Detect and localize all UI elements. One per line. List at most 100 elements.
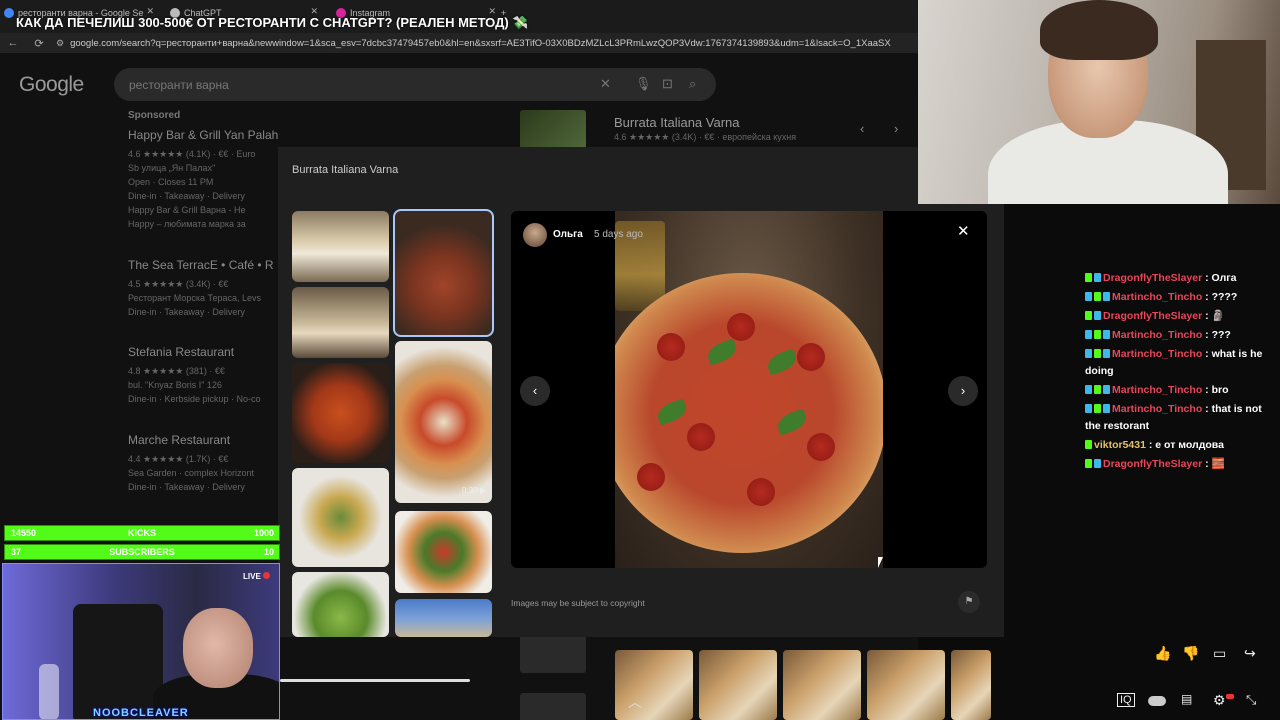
image-thumbnail[interactable] xyxy=(615,650,693,720)
search-input[interactable]: ресторанти варна xyxy=(129,78,229,92)
copyright-notice: Images may be subject to copyright xyxy=(511,598,645,608)
result-rating: 4.5 ★★★★★ (3.4K) · €€ xyxy=(128,279,229,289)
chevron-right-icon[interactable]: › xyxy=(894,121,898,136)
result-item[interactable]: Marche Restaurant 4.4 ★★★★★ (1.7K) · €€ … xyxy=(128,433,288,494)
address-bar: ← ⟳ ⚙ google.com/search?q=ресторанти+вар… xyxy=(0,33,918,53)
video-duration-badge: 0:30 ▶ xyxy=(462,486,486,495)
next-image-button[interactable]: › xyxy=(948,376,978,406)
result-item[interactable]: Happy Bar & Grill Yan Palah 4.6 ★★★★★ (4… xyxy=(128,128,288,231)
gallery-thumbnail[interactable] xyxy=(292,468,389,567)
chevron-left-icon[interactable]: ‹ xyxy=(860,121,864,136)
settings-icon[interactable]: ⚙ xyxy=(1213,692,1226,709)
google-logo[interactable]: Google xyxy=(19,73,84,97)
pizza-photo xyxy=(615,211,883,568)
live-indicator: LIVE xyxy=(243,572,270,581)
result-line: Dine-in · Takeaway · Delivery xyxy=(128,307,245,317)
scrollbar[interactable] xyxy=(280,679,470,682)
chevron-up-icon[interactable]: ︿ xyxy=(628,692,642,712)
dislike-icon[interactable]: 👎 xyxy=(1182,645,1199,662)
streamer-hair-image xyxy=(1040,0,1158,60)
result-item[interactable]: The Sea TerracE • Café • R 4.5 ★★★★★ (3.… xyxy=(128,258,288,319)
subs-label: SUBSCRIBERS xyxy=(109,547,175,557)
result-line: Open · Closes 11 PM xyxy=(128,177,214,187)
result-rating: 4.4 ★★★★★ (1.7K) · €€ xyxy=(128,454,229,464)
image-viewer: Ольга 5 days ago ✕ ‹ › xyxy=(511,211,987,568)
gallery-thumbnail-selected[interactable] xyxy=(393,209,494,337)
result-line: bul. "Knyaz Boris I" 126 xyxy=(128,380,222,390)
search-icon[interactable]: ⌕ xyxy=(689,76,696,92)
chat-username[interactable]: Martincho_Tincho xyxy=(1112,291,1202,303)
gallery-thumbnail[interactable] xyxy=(292,211,389,282)
result-name[interactable]: The Sea TerracE • Café • R xyxy=(128,258,288,272)
chat-message: Martincho_Tincho : ??? xyxy=(1085,327,1275,344)
result-line: Dine-in · Kerbside pickup · No-co xyxy=(128,394,261,404)
result-item[interactable]: Stefania Restaurant 4.8 ★★★★★ (381) · €€… xyxy=(128,345,288,406)
url-field[interactable]: ⚙ google.com/search?q=ресторанти+варна&n… xyxy=(56,36,918,51)
like-icon[interactable]: 👍 xyxy=(1154,645,1171,662)
lens-icon[interactable]: ⊡ xyxy=(662,76,673,92)
result-thumbnail[interactable] xyxy=(520,110,586,150)
gallery-thumbnail[interactable] xyxy=(292,363,389,463)
kicks-label: KICKS xyxy=(127,528,156,538)
chat-username[interactable]: DragonflyTheSlayer xyxy=(1103,458,1202,470)
search-box[interactable]: ресторанти варна ✕ 🎙 ⊡ ⌕ xyxy=(114,68,716,101)
gallery-thumbnail[interactable] xyxy=(292,287,389,358)
image-thumbnail[interactable] xyxy=(867,650,945,720)
reload-icon[interactable]: ⟳ xyxy=(32,37,46,50)
result-line: Ресторант Морска Тераса, Levs xyxy=(128,293,262,303)
chat-username[interactable]: viktor5431 xyxy=(1094,439,1146,451)
back-icon[interactable]: ← xyxy=(6,37,20,49)
report-flag-icon[interactable]: ⚑ xyxy=(958,591,980,613)
chat-message: DragonflyTheSlayer : 🗿 xyxy=(1085,308,1275,325)
fullscreen-icon[interactable]: ⤡ xyxy=(1246,692,1256,708)
subs-goal: 10 xyxy=(263,547,274,557)
result-line: Happy – любимата марка за xyxy=(128,219,246,229)
quality-icon[interactable]: IQ xyxy=(1117,693,1135,707)
chat-username[interactable]: DragonflyTheSlayer xyxy=(1103,272,1202,284)
chat-message: DragonflyTheSlayer : Олга xyxy=(1085,270,1275,287)
gallery-thumbnail[interactable] xyxy=(395,511,492,593)
url-text: google.com/search?q=ресторанти+варна&new… xyxy=(70,38,891,49)
chat-text: 🧱 xyxy=(1211,458,1225,470)
gallery-thumbnail-video[interactable]: 0:30 ▶ xyxy=(395,341,492,503)
chat-username[interactable]: Martincho_Tincho xyxy=(1112,403,1202,415)
image-thumbnail[interactable] xyxy=(783,650,861,720)
result-thumbnail[interactable] xyxy=(520,693,586,720)
secondary-webcam: LIVE NOOBCLEAVER xyxy=(2,563,280,720)
chat-username[interactable]: DragonflyTheSlayer xyxy=(1103,310,1202,322)
chat-username[interactable]: Martincho_Tincho xyxy=(1112,348,1202,360)
image-thumbnail[interactable] xyxy=(951,650,991,720)
comments-icon[interactable]: ▭ xyxy=(1213,645,1226,662)
result-line: Sb улица „Ян Палах" xyxy=(128,163,216,173)
gallery-thumbnail[interactable] xyxy=(395,599,492,637)
image-viewer-dialog: Burrata Italiana Varna 0:30 ▶ Ольга 5 da… xyxy=(278,147,1004,637)
bottle-image xyxy=(39,664,59,719)
result-name[interactable]: Marche Restaurant xyxy=(128,433,288,447)
result-line: Happy Bar & Grill Варна - Не xyxy=(128,205,246,215)
post-date: 5 days ago xyxy=(594,229,643,240)
chat-username[interactable]: Martincho_Tincho xyxy=(1112,329,1202,341)
author-avatar[interactable] xyxy=(523,223,547,247)
chat-text: bro xyxy=(1211,384,1229,396)
result-name[interactable]: Stefania Restaurant xyxy=(128,345,288,359)
top-card-name[interactable]: Burrata Italiana Varna xyxy=(614,115,740,130)
close-icon[interactable]: ✕ xyxy=(957,222,970,240)
captions-icon[interactable]: ▤ xyxy=(1181,692,1192,706)
microphone-icon[interactable]: 🎙 xyxy=(635,76,652,92)
site-info-icon[interactable]: ⚙ xyxy=(56,38,64,49)
chat-overlay: DragonflyTheSlayer : Олга Martincho_Tinc… xyxy=(1085,270,1275,475)
screen: Google ресторанти варна ✕ 🎙 ⊡ ⌕ Sponsore… xyxy=(0,0,1280,720)
gallery-thumbnail[interactable] xyxy=(292,572,389,637)
author-name[interactable]: Ольга xyxy=(553,229,583,240)
result-line: Sea Garden · complex Horizont xyxy=(128,468,255,478)
chat-username[interactable]: Martincho_Tincho xyxy=(1112,384,1202,396)
clear-icon[interactable]: ✕ xyxy=(600,76,611,92)
result-name[interactable]: Happy Bar & Grill Yan Palah xyxy=(128,128,288,142)
previous-image-button[interactable]: ‹ xyxy=(520,376,550,406)
share-icon[interactable]: ↪ xyxy=(1244,645,1256,662)
autoplay-toggle[interactable] xyxy=(1148,696,1166,706)
result-thumbnail[interactable] xyxy=(520,635,586,673)
google-favicon-icon xyxy=(4,8,14,18)
image-thumbnail[interactable] xyxy=(699,650,777,720)
chat-message: Martincho_Tincho : what is he doing xyxy=(1085,348,1263,377)
